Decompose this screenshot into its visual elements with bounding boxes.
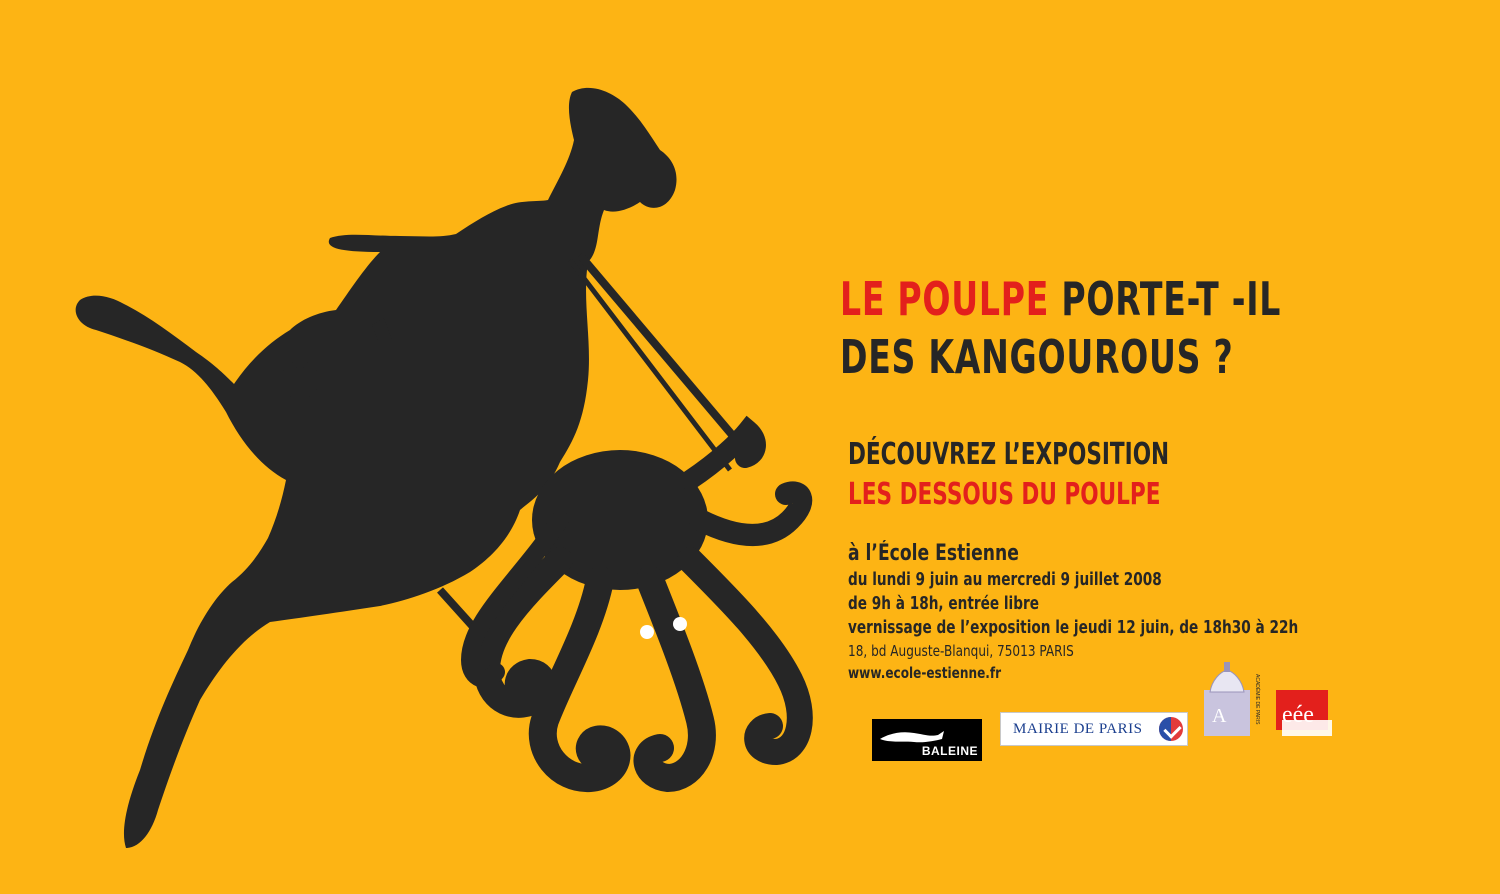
eee-logo: eée — [1276, 690, 1332, 736]
opening-reception: vernissage de l’exposition le jeudi 12 j… — [848, 618, 1299, 638]
subheading: DÉCOUVREZ L’EXPOSITION LES DESSOUS DU PO… — [848, 435, 1169, 515]
exhibition-title: LES DESSOUS DU POULPE — [848, 477, 1161, 512]
mairie-de-paris-logo: MAIRIE DE PARIS — [1000, 712, 1188, 746]
academie-de-paris-logo: A ACADÉMIE DE PARIS — [1204, 662, 1261, 736]
school-name: à l’École Estienne — [848, 541, 1019, 566]
headline-rest: PORTE-T -IL — [1049, 272, 1282, 326]
svg-text:ACADÉMIE DE PARIS: ACADÉMIE DE PARIS — [1254, 674, 1261, 725]
baleine-logo: BALEINE — [872, 719, 982, 761]
address: 18, bd Auguste-Blanqui, 75013 PARIS — [848, 642, 1074, 660]
event-dates: du lundi 9 juin au mercredi 9 juillet 20… — [848, 570, 1162, 590]
subheading-line1: DÉCOUVREZ L’EXPOSITION — [848, 437, 1170, 472]
event-hours: de 9h à 18h, entrée libre — [848, 594, 1039, 614]
kangaroo-octopus-illustration — [75, 87, 813, 849]
svg-text:A: A — [1212, 705, 1227, 727]
svg-text:eée: eée — [1282, 702, 1314, 728]
headline: LE POULPE PORTE-T -IL DES KANGOUROUS ? — [840, 270, 1281, 386]
mairie-de-paris-mark — [1159, 717, 1183, 741]
headline-red: LE POULPE — [840, 272, 1050, 326]
headline-line2: DES KANGOUROUS ? — [840, 330, 1234, 384]
